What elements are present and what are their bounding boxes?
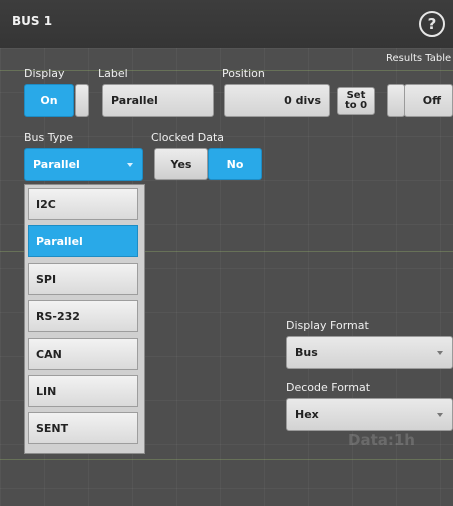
help-icon[interactable]: ? xyxy=(419,11,445,37)
results-table-toggle-knob[interactable] xyxy=(387,84,405,117)
option-label: I2C xyxy=(36,197,56,211)
results-table-toggle[interactable]: Off xyxy=(404,84,453,117)
results-table-label: Results Table xyxy=(386,53,452,64)
option-label: Parallel xyxy=(36,234,83,248)
label-input[interactable]: Parallel xyxy=(102,84,214,117)
chevron-down-icon xyxy=(437,350,443,355)
display-label: Display xyxy=(24,67,65,80)
decode-format-label: Decode Format xyxy=(286,381,371,394)
position-value: 0 divs xyxy=(284,94,321,107)
position-label: Position xyxy=(222,67,265,80)
bus-type-select[interactable]: Parallel xyxy=(24,148,143,181)
set-to-zero-label: Set to 0 xyxy=(344,90,368,111)
clocked-data-label: Clocked Data xyxy=(151,131,225,144)
bus-type-option-lin[interactable]: LIN xyxy=(28,375,138,407)
header-bar: BUS 1 ? xyxy=(0,0,453,49)
option-label: LIN xyxy=(36,384,57,398)
display-format-select[interactable]: Bus xyxy=(286,336,453,369)
bus-type-option-sent[interactable]: SENT xyxy=(28,412,138,444)
bus-type-option-rs232[interactable]: RS-232 xyxy=(28,300,138,332)
decode-format-value: Hex xyxy=(295,408,319,421)
chevron-down-icon xyxy=(437,412,443,417)
bus-type-value: Parallel xyxy=(33,158,80,171)
option-label: RS-232 xyxy=(36,309,80,323)
decode-format-select[interactable]: Hex xyxy=(286,398,453,431)
position-input[interactable]: 0 divs xyxy=(224,84,330,117)
chevron-down-icon xyxy=(127,162,133,167)
option-label: SENT xyxy=(36,421,69,435)
clocked-data-yes-label: Yes xyxy=(170,157,192,171)
clocked-data-yes-button[interactable]: Yes xyxy=(154,148,208,180)
bus-type-option-can[interactable]: CAN xyxy=(28,338,138,370)
label-input-value: Parallel xyxy=(111,94,158,107)
display-toggle-knob[interactable] xyxy=(75,84,89,117)
clocked-data-no-button[interactable]: No xyxy=(208,148,262,180)
bus-type-option-parallel[interactable]: Parallel xyxy=(28,225,138,257)
label-field-label: Label xyxy=(98,67,128,80)
set-to-zero-button[interactable]: Set to 0 xyxy=(337,87,375,115)
option-label: CAN xyxy=(36,347,62,361)
bus-type-label: Bus Type xyxy=(24,131,74,144)
bus-type-option-i2c[interactable]: I2C xyxy=(28,188,138,220)
display-format-value: Bus xyxy=(295,346,318,359)
clocked-data-no-label: No xyxy=(226,157,244,171)
option-label: SPI xyxy=(36,272,57,286)
results-table-value: Off xyxy=(422,94,441,107)
panel-title: BUS 1 xyxy=(12,14,53,28)
background-readout: Data:1h xyxy=(348,431,415,449)
display-format-label: Display Format xyxy=(286,319,369,332)
bus-type-dropdown-list: I2C Parallel SPI RS-232 CAN LIN SENT xyxy=(24,184,145,454)
display-on-toggle[interactable]: On xyxy=(24,84,74,117)
background-trace xyxy=(0,459,453,460)
bus-type-option-spi[interactable]: SPI xyxy=(28,263,138,295)
display-toggle-value: On xyxy=(40,94,58,107)
